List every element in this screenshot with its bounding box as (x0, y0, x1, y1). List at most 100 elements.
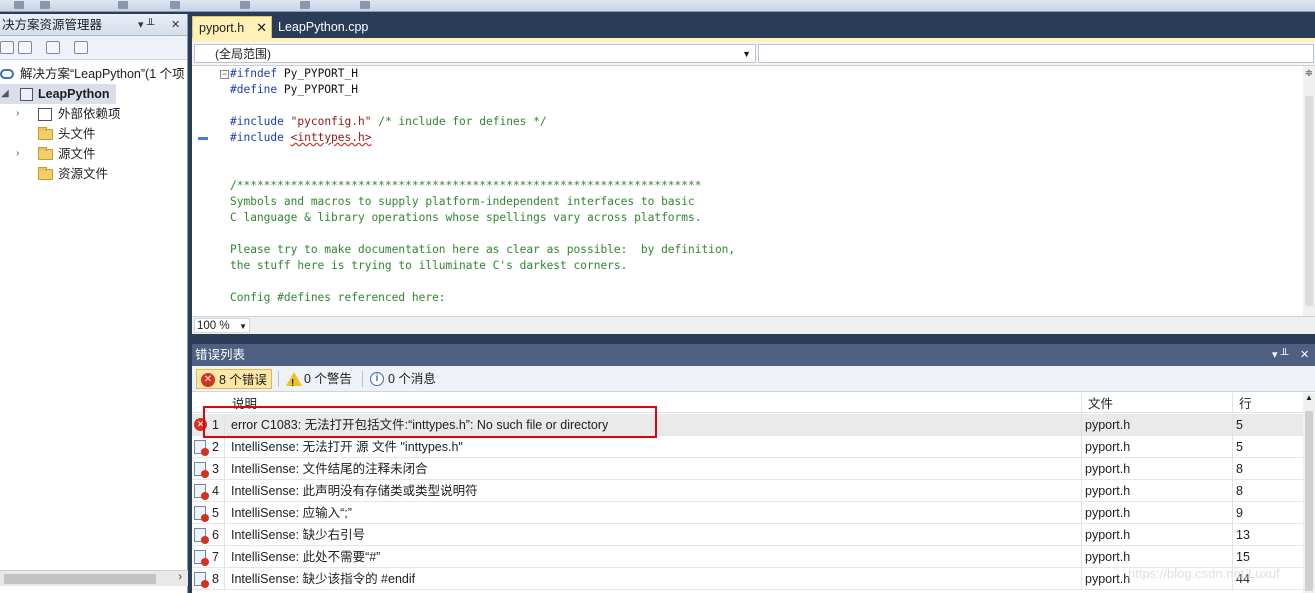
code-line[interactable]: Please try to make documentation here as… (230, 242, 735, 258)
column-divider (224, 546, 225, 568)
folder-icon (38, 127, 53, 140)
properties-icon[interactable] (0, 41, 14, 54)
scroll-up-icon[interactable]: ▲ (1303, 393, 1315, 402)
solution-explorer-panel: 决方案资源管理器 ▾ ╨ ✕ 解决方案“LeapPython”(1 个项 ◢ L… (0, 14, 188, 593)
error-row[interactable]: 6 IntelliSense: 缺少右引号 pyport.h 13 (192, 524, 1303, 546)
scrollbar-thumb[interactable] (1305, 411, 1313, 591)
column-divider (1232, 414, 1233, 436)
code-token: Symbols and macros to supply platform-in… (230, 195, 695, 208)
pin-icon[interactable]: ▾ ╨ (1272, 344, 1288, 366)
code-line[interactable]: #ifndef Py_PYPORT_H (230, 66, 358, 82)
column-divider (1232, 546, 1233, 568)
close-icon[interactable]: ✕ (171, 14, 180, 36)
tab-leappython-cpp[interactable]: LeapPython.cpp (272, 16, 392, 38)
error-description: IntelliSense: 应输入“;” (231, 506, 352, 520)
error-file: pyport.h (1085, 572, 1131, 586)
column-divider[interactable] (1232, 393, 1233, 413)
error-row[interactable]: 2 IntelliSense: 无法打开 源 文件 "inttypes.h" pyp… (192, 436, 1303, 458)
toolbar-icon[interactable] (118, 1, 128, 9)
code-editor[interactable]: − #ifndef Py_PYPORT_H #define Py_PYPORT_H… (192, 66, 1303, 316)
editor-bottom-bar: 100 % ▼ (192, 316, 1315, 334)
collapse-outline-icon[interactable]: − (220, 70, 229, 79)
folder-icon (38, 167, 53, 180)
code-line[interactable]: /***************************************… (230, 178, 701, 194)
column-divider (1081, 458, 1082, 480)
member-dropdown[interactable] (758, 44, 1314, 63)
toolbar-icon[interactable] (360, 1, 370, 9)
tree-item-label: 资源文件 (58, 167, 109, 181)
toolbar-icon[interactable] (240, 1, 250, 9)
scope-dropdown[interactable]: (全局范围) ▼ (194, 44, 756, 63)
column-header-line[interactable]: 行 (1239, 393, 1252, 413)
error-line: 8 (1236, 462, 1243, 476)
row-number: 5 (212, 506, 219, 520)
tab-pyport-h[interactable]: pyport.h ✕ (192, 16, 272, 38)
code-token: the stuff here is trying to illuminate C… (230, 259, 628, 272)
toolbar-icon[interactable] (300, 1, 310, 9)
code-token: #include (230, 115, 284, 128)
warnings-filter-button[interactable]: ! 0 个警告 (282, 369, 358, 389)
expanded-arrow-icon[interactable]: ◢ (1, 84, 11, 104)
scrollbar-thumb[interactable] (4, 574, 156, 584)
intellisense-error-icon (194, 506, 209, 522)
panel-title: 决方案资源管理器 (2, 18, 103, 32)
column-divider (1081, 480, 1082, 502)
zoom-combo[interactable]: 100 % ▼ (194, 318, 250, 333)
code-token: C language & library operations whose sp… (230, 211, 702, 224)
warning-icon: ! (286, 372, 302, 389)
pin-icon[interactable]: ▾ ╨ (138, 14, 154, 36)
code-token: Py_PYPORT_H (277, 67, 358, 80)
error-row[interactable]: 5 IntelliSense: 应输入“;” pyport.h 9 (192, 502, 1303, 524)
find-icon[interactable] (74, 41, 88, 54)
close-tab-icon[interactable]: ✕ (256, 17, 267, 39)
column-divider (224, 436, 225, 458)
row-number: 8 (212, 572, 219, 586)
column-divider (1232, 502, 1233, 524)
zoom-value: 100 % (197, 320, 230, 332)
chevron-down-icon[interactable]: ▼ (742, 45, 751, 63)
error-list-title-bar: 错误列表 ▾ ╨ ✕ (192, 344, 1315, 366)
error-line: 15 (1236, 550, 1250, 564)
toolbar-icon[interactable] (40, 1, 50, 9)
error-row[interactable]: 4 IntelliSense: 此声明没有存储类或类型说明符 pyport.h 8 (192, 480, 1303, 502)
toolbar-icon[interactable] (170, 1, 180, 9)
split-handle-icon[interactable]: ≑ (1303, 68, 1315, 82)
error-line: 8 (1236, 484, 1243, 498)
collapsed-arrow-icon[interactable]: › (16, 104, 26, 124)
tree-project-node[interactable]: ◢ LeapPython (0, 84, 116, 104)
errors-filter-button[interactable]: ✕ 8 个错误 (196, 369, 272, 389)
code-line[interactable]: the stuff here is trying to illuminate C… (230, 258, 627, 274)
code-line[interactable]: #define Py_PYPORT_H (230, 82, 358, 98)
solution-icon (0, 69, 14, 79)
code-line[interactable]: #include <inttypes.h> (230, 130, 371, 146)
column-divider (1081, 436, 1082, 458)
code-line[interactable]: #include "pyconfig.h" /* include for def… (230, 114, 547, 130)
messages-filter-button[interactable]: i 0 个消息 (366, 369, 442, 389)
code-line[interactable]: Symbols and macros to supply platform-in… (230, 194, 695, 210)
show-all-files-icon[interactable] (18, 41, 32, 54)
chevron-down-icon[interactable]: ▼ (239, 319, 247, 334)
scrollbar-thumb[interactable] (1305, 96, 1313, 306)
view-class-icon[interactable] (46, 41, 60, 54)
editor-vertical-scrollbar[interactable]: ≑ (1303, 66, 1315, 316)
error-file: pyport.h (1085, 506, 1131, 520)
close-icon[interactable]: ✕ (1300, 344, 1309, 366)
toolbar-icon[interactable] (14, 1, 24, 9)
error-file: pyport.h (1085, 484, 1131, 498)
code-line[interactable]: Config #defines referenced here: (230, 290, 446, 306)
error-row[interactable]: 7 IntelliSense: 此处不需要“#” pyport.h 15 (192, 546, 1303, 568)
panel-title: 错误列表 (195, 348, 246, 362)
scroll-right-icon[interactable]: › (178, 571, 182, 583)
solution-label: 解决方案“LeapPython”(1 个项 (20, 67, 185, 81)
code-token: "pyconfig.h" (290, 115, 372, 128)
error-row[interactable]: 3 IntelliSense: 文件结尾的注释未闭合 pyport.h 8 (192, 458, 1303, 480)
code-line[interactable]: C language & library operations whose sp… (230, 210, 701, 226)
collapsed-arrow-icon[interactable]: › (16, 144, 26, 164)
error-list-vertical-scrollbar[interactable]: ▲ (1303, 393, 1315, 593)
column-divider[interactable] (1081, 393, 1082, 413)
error-file: pyport.h (1085, 550, 1131, 564)
scope-value: (全局范围) (215, 47, 271, 61)
horizontal-scrollbar[interactable]: › (0, 570, 188, 586)
column-header-file[interactable]: 文件 (1088, 393, 1113, 413)
